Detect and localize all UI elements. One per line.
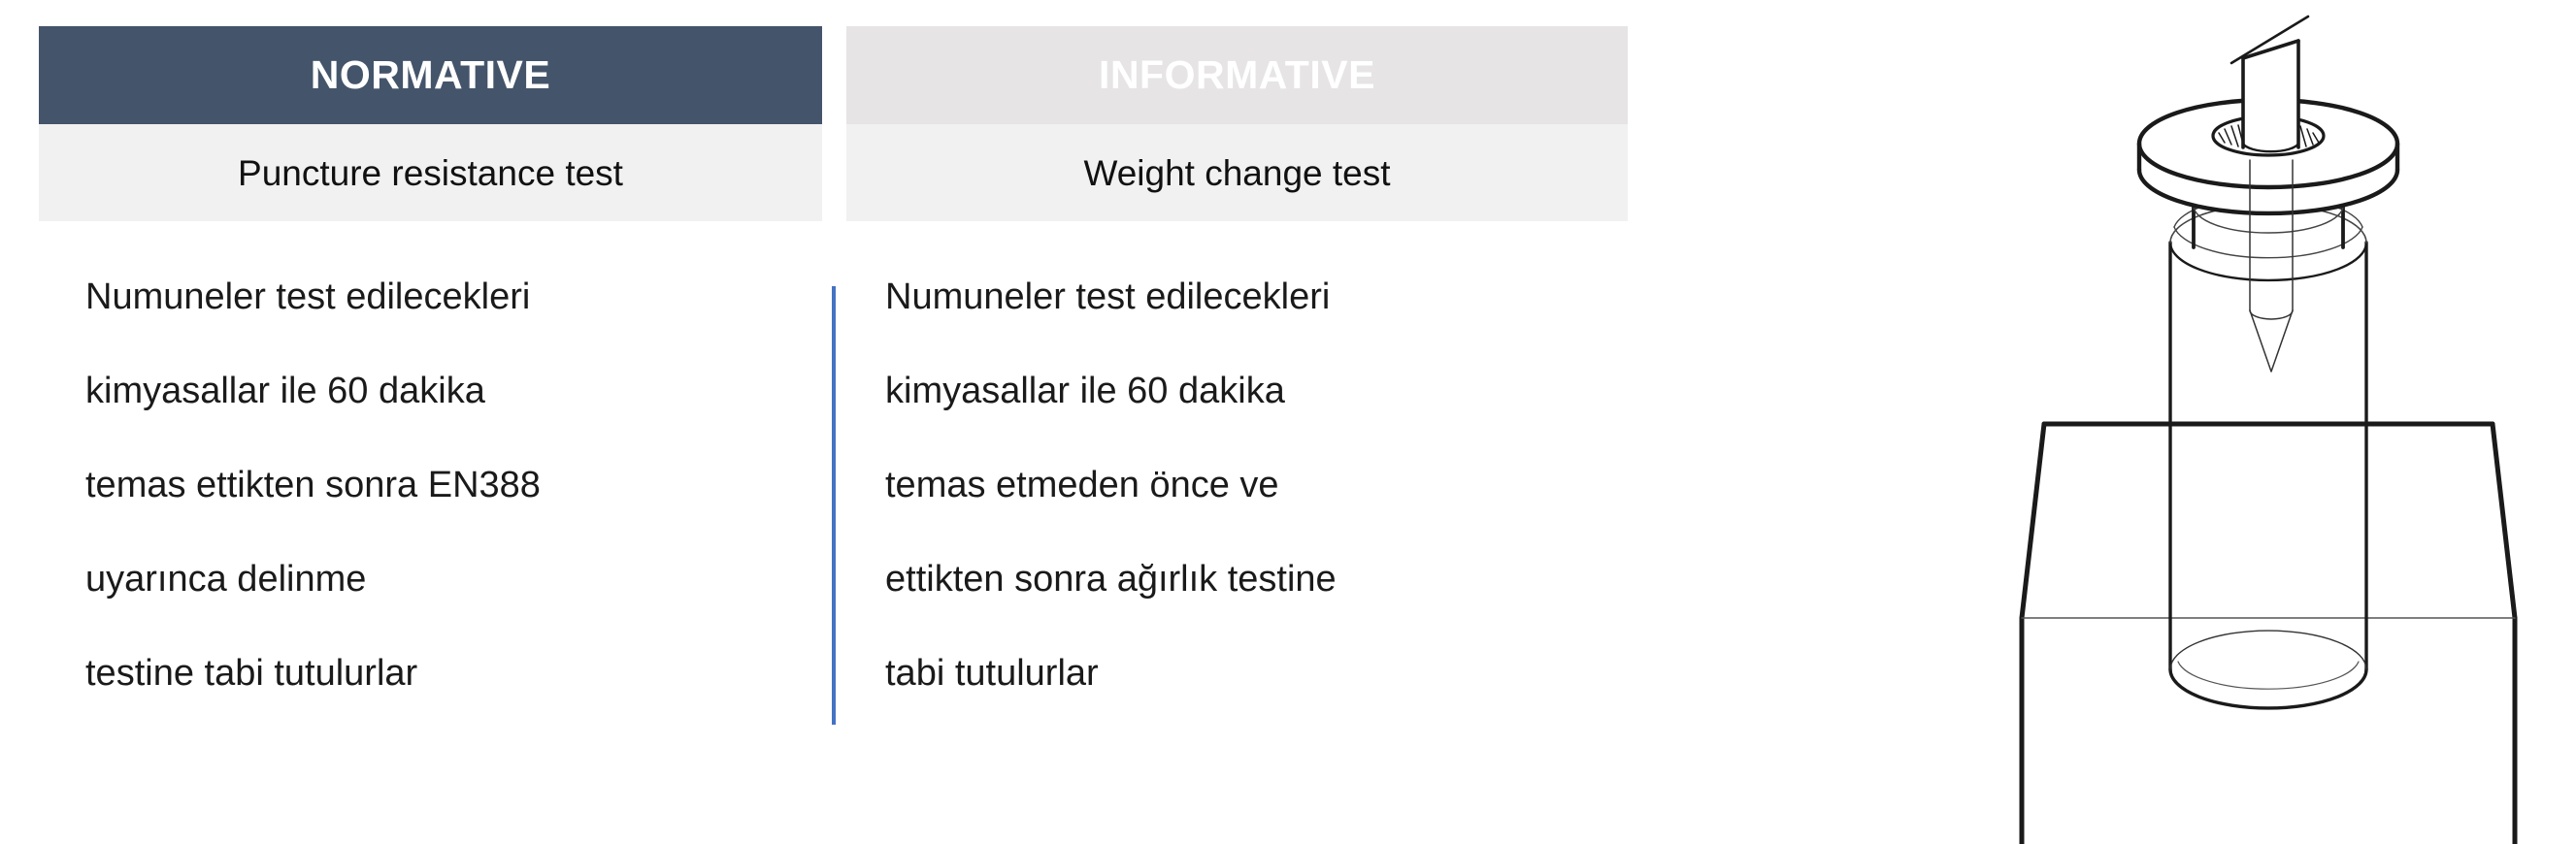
- column-subheader-normative: Puncture resistance test: [39, 124, 822, 221]
- column-header-title-informative: INFORMATIVE: [1099, 52, 1375, 97]
- column-subheader-informative: Weight change test: [846, 124, 1628, 221]
- column-subheader-title-normative: Puncture resistance test: [238, 152, 623, 193]
- column-body-informative: Numuneler test edilecekleri kimyasallar …: [846, 250, 1628, 721]
- column-body-normative: Numuneler test edilecekleri kimyasallar …: [39, 250, 822, 721]
- body-line: kimyasallar ile 60 dakika: [85, 371, 485, 411]
- body-line: temas ettikten sonra EN388: [85, 465, 541, 505]
- column-header-informative: INFORMATIVE: [846, 26, 1628, 124]
- column-informative: INFORMATIVE Weight change test Numuneler…: [846, 0, 1628, 844]
- body-line: uyarınca delinme: [85, 559, 367, 600]
- comparison-table: NORMATIVE Puncture resistance test Numun…: [0, 0, 1708, 844]
- column-subheader-title-informative: Weight change test: [1083, 152, 1391, 193]
- column-header-title-normative: NORMATIVE: [310, 52, 551, 97]
- puncture-test-apparatus-illustration: [1961, 0, 2576, 844]
- body-line: tabi tutulurlar: [885, 653, 1099, 694]
- body-line: Numuneler test edilecekleri: [885, 276, 1331, 317]
- column-header-normative: NORMATIVE: [39, 26, 822, 124]
- body-line: testine tabi tutulurlar: [85, 653, 418, 694]
- body-line: ettikten sonra ağırlık testine: [885, 559, 1337, 600]
- body-line: kimyasallar ile 60 dakika: [885, 371, 1285, 411]
- body-line: temas etmeden önce ve: [885, 465, 1279, 505]
- column-divider-line: [832, 286, 836, 725]
- column-normative: NORMATIVE Puncture resistance test Numun…: [39, 0, 822, 844]
- body-line: Numuneler test edilecekleri: [85, 276, 531, 317]
